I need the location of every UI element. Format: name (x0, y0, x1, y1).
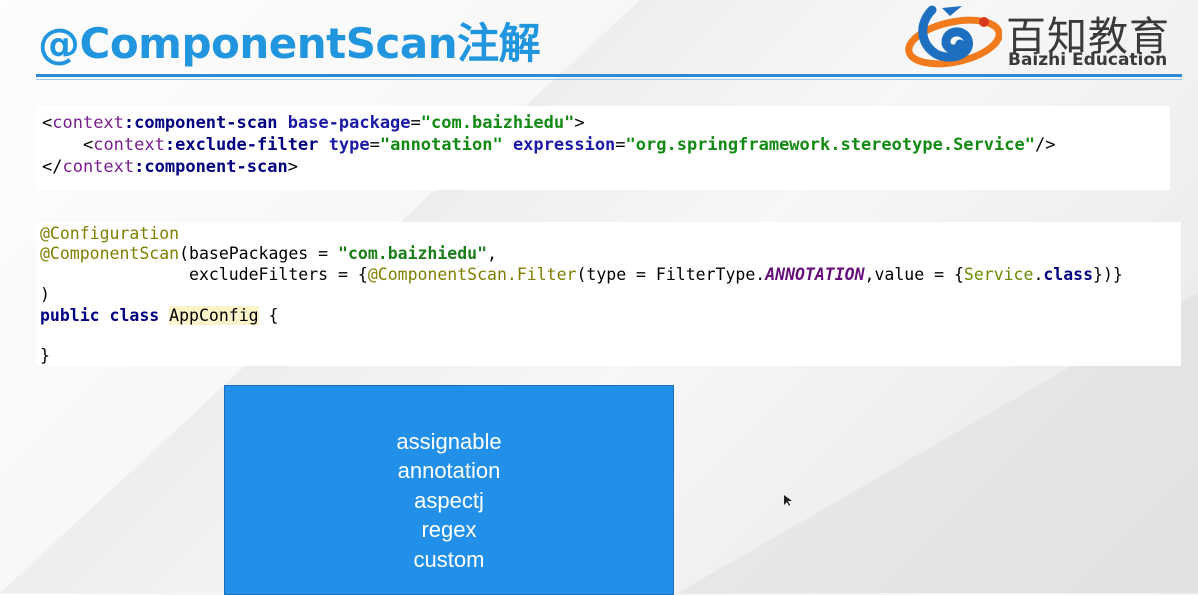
xml-namespace: context (62, 157, 135, 177)
xml-attribute: type (328, 135, 370, 155)
java-annotation: @ComponentScan (40, 244, 180, 263)
xml-attribute: expression (512, 135, 616, 155)
filter-type-item: custom (413, 547, 485, 572)
slide-title: @ComponentScan注解 (38, 19, 541, 68)
java-line-3: excludeFilters = {@ComponentScan.Filter(… (40, 265, 1123, 286)
filter-types-box: assignable annotation aspectj regex cust… (224, 385, 674, 595)
java-text: })} (1093, 265, 1123, 284)
xml-attribute: base-package (287, 113, 411, 133)
xml-equals: = (410, 113, 421, 133)
xml-line-1: <context:component-scan base-package="co… (42, 112, 585, 134)
xml-value: "annotation" (379, 135, 503, 155)
filter-type-item: regex (421, 517, 477, 542)
brand-logo: 百知教育 Baizhi Education (902, 0, 1192, 72)
java-text: ,value = { (864, 265, 964, 284)
java-class-ref: Service (963, 265, 1034, 284)
xml-equals: = (369, 135, 380, 155)
filter-type-item: assignable (396, 429, 502, 454)
java-line-4: ) (40, 285, 50, 306)
xml-tag: component-scan (144, 157, 288, 177)
java-text: { (258, 306, 279, 325)
java-line-6: } (40, 346, 50, 367)
java-text: } (40, 346, 50, 365)
xml-namespace: context (93, 135, 165, 155)
java-annotation: @Configuration (40, 224, 180, 243)
xml-line-2: <context:exclude-filter type="annotation… (42, 134, 1055, 156)
xml-bracket: > (287, 157, 298, 177)
xml-colon: : (164, 135, 176, 155)
xml-tag: component-scan (134, 113, 278, 133)
java-class-name: AppConfig (169, 306, 259, 325)
java-enum-constant: ANNOTATION (765, 265, 865, 284)
java-text: (basePackages = (179, 244, 339, 263)
java-line-2: @ComponentScan(basePackages = "com.baizh… (40, 244, 497, 265)
java-text: ) (40, 285, 50, 304)
java-string: "com.baizhiedu" (338, 244, 488, 263)
java-text: . (1033, 265, 1044, 284)
title-underline-thin (36, 79, 1182, 80)
title-underline (36, 74, 1182, 77)
java-indent (40, 265, 189, 284)
xml-bracket: < (42, 113, 53, 133)
java-text: , (487, 244, 497, 263)
xml-equals: = (615, 135, 626, 155)
java-annotation: @ComponentScan.Filter (367, 265, 577, 284)
filter-type-item: aspectj (414, 488, 484, 513)
xml-value: "org.springframework.stereotype.Service" (625, 135, 1035, 155)
logo-english-name: Baizhi Education (1008, 50, 1168, 70)
java-text: excludeFilters = { (189, 265, 368, 284)
xml-bracket: > (574, 113, 585, 133)
xml-bracket: < (82, 135, 94, 155)
java-code-block: @Configuration @ComponentScan(basePackag… (36, 222, 1181, 366)
xml-namespace: context (52, 113, 124, 133)
java-keyword: class (109, 306, 160, 325)
java-line-5: public class AppConfig { (40, 306, 278, 327)
xml-value: "com.baizhiedu" (420, 113, 575, 133)
baizhi-logo-icon (905, 5, 1002, 68)
xml-bracket: </ (42, 157, 63, 177)
java-keyword: class (1043, 265, 1094, 284)
mouse-cursor-icon (784, 495, 792, 506)
xml-code-block: <context:component-scan base-package="co… (36, 106, 1170, 190)
java-line-1: @Configuration (40, 224, 179, 245)
xml-colon: : (123, 113, 135, 133)
xml-colon: : (134, 157, 145, 177)
xml-bracket: /> (1034, 135, 1056, 155)
filter-type-item: annotation (397, 458, 501, 483)
xml-tag: exclude-filter (175, 135, 319, 155)
java-keyword: public (40, 306, 100, 325)
xml-line-3: </context:component-scan> (42, 156, 298, 178)
java-text: (type = FilterType. (576, 265, 766, 284)
